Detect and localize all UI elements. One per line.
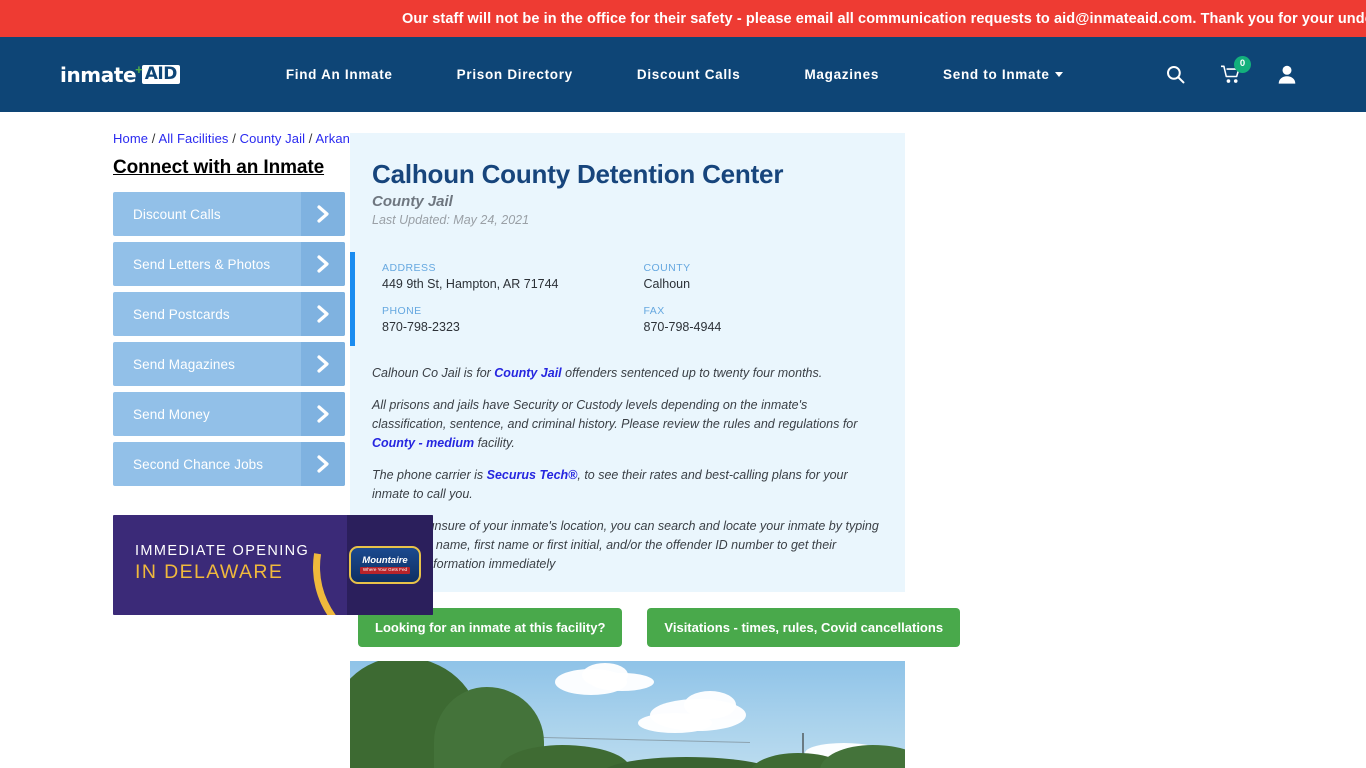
sidebar-item-label: Send Postcards xyxy=(133,306,230,322)
county-label: COUNTY xyxy=(643,262,691,275)
breadcrumb-item-home[interactable]: Home xyxy=(113,131,148,146)
breadcrumb-separator: / xyxy=(228,131,240,146)
ad-brand-name: Mountaire xyxy=(362,554,408,566)
facility-info-panel: Calhoun County Detention Center County J… xyxy=(350,133,906,593)
nav-item-magazines[interactable]: Magazines xyxy=(772,67,911,82)
contact-column-right: COUNTY Calhoun FAX 870-798-4944 xyxy=(644,262,906,334)
cloud-shape xyxy=(590,673,654,692)
logo-plus-icon: + xyxy=(135,62,143,77)
visitation-info-button[interactable]: Visitations - times, rules, Covid cancel… xyxy=(647,608,961,648)
paragraph-text: Calhoun Co Jail is for xyxy=(372,366,495,381)
county-value: Calhoun xyxy=(643,277,691,292)
paragraph-text: facility. xyxy=(474,436,515,451)
nav-link-list: Find An Inmate Prison Directory Discount… xyxy=(254,67,1095,82)
paragraph-text: offenders sentenced up to twenty four mo… xyxy=(561,366,823,381)
sidebar-item-label: Send Magazines xyxy=(133,356,235,372)
breadcrumb-item-all-facilities[interactable]: All Facilities xyxy=(159,131,229,146)
ad-text-block: IMMEDIATE OPENING IN DELAWARE xyxy=(135,543,309,584)
sidebar-item-send-letters-photos[interactable]: Send Letters & Photos xyxy=(113,242,345,286)
nav-item-label: Prison Directory xyxy=(456,67,573,82)
sidebar-item-send-postcards[interactable]: Send Postcards xyxy=(113,292,345,336)
site-logo[interactable]: inmate + AID xyxy=(60,62,180,88)
chevron-right-icon xyxy=(301,292,345,336)
facility-contact-block: ADDRESS 449 9th St, Hampton, AR 71744 PH… xyxy=(350,252,906,347)
ad-headline-line1: IMMEDIATE OPENING xyxy=(135,543,310,559)
ad-brand-tagline: Where Your Gets Fed xyxy=(359,567,411,575)
address-field: ADDRESS 449 9th St, Hampton, AR 71744 xyxy=(382,262,644,291)
phone-value: 870-798-2323 xyxy=(382,320,460,335)
address-label: ADDRESS xyxy=(382,262,436,275)
chevron-right-icon xyxy=(301,242,345,286)
county-field: COUNTY Calhoun xyxy=(644,262,906,291)
cart-count-badge: 0 xyxy=(1234,55,1251,73)
description-paragraph-4: If you are unsure of your inmate's locat… xyxy=(372,519,879,572)
nav-item-discount-calls[interactable]: Discount Calls xyxy=(605,67,773,82)
nav-item-label: Magazines xyxy=(804,67,880,82)
chevron-right-icon xyxy=(301,392,345,436)
facility-description: Calhoun Co Jail is for County Jail offen… xyxy=(350,346,905,574)
breadcrumb: Home / All Facilities / County Jail / Ar… xyxy=(113,112,370,146)
sidebar-item-send-money[interactable]: Send Money xyxy=(113,392,345,436)
logo-aid-badge: AID xyxy=(141,64,180,85)
sidebar-advertisement[interactable]: IMMEDIATE OPENING IN DELAWARE Mountaire … xyxy=(113,515,433,615)
nav-item-find-an-inmate[interactable]: Find An Inmate xyxy=(254,67,425,82)
ad-headline-line2: IN DELAWARE xyxy=(135,560,284,583)
alert-banner-text: Our staff will not be in the office for … xyxy=(402,10,1366,27)
phone-field: PHONE 870-798-2323 xyxy=(382,305,644,334)
sidebar-item-label: Second Chance Jobs xyxy=(133,456,264,472)
chevron-down-icon xyxy=(1054,71,1063,77)
description-paragraph-3: The phone carrier is Securus Tech®, to s… xyxy=(372,466,880,504)
county-jail-link[interactable]: County Jail xyxy=(494,366,561,380)
cta-button-row: Looking for an inmate at this facility? … xyxy=(358,608,1366,648)
facility-type: County Jail xyxy=(372,193,453,211)
description-paragraph-2: All prisons and jails have Security or C… xyxy=(372,396,880,453)
nav-item-send-to-inmate[interactable]: Send to Inmate xyxy=(911,67,1095,82)
page-title: Calhoun County Detention Center xyxy=(372,159,784,189)
search-icon[interactable] xyxy=(1164,64,1186,86)
nav-item-label: Discount Calls xyxy=(636,67,741,82)
nav-item-prison-directory[interactable]: Prison Directory xyxy=(425,67,605,82)
sidebar-item-discount-calls[interactable]: Discount Calls xyxy=(113,192,345,236)
nav-item-label: Send to Inmate xyxy=(943,67,1050,82)
sidebar-item-label: Discount Calls xyxy=(133,206,221,222)
chevron-right-icon xyxy=(301,342,345,386)
ad-brand-logo: Mountaire Where Your Gets Fed xyxy=(349,546,421,584)
main-content: Calhoun County Detention Center County J… xyxy=(345,112,1366,768)
description-paragraph-1: Calhoun Co Jail is for County Jail offen… xyxy=(372,364,880,383)
fax-field: FAX 870-798-4944 xyxy=(644,305,906,334)
sidebar-item-label: Send Letters & Photos xyxy=(133,256,271,272)
fax-value: 870-798-4944 xyxy=(643,320,722,335)
user-icon[interactable] xyxy=(1276,64,1298,86)
breadcrumb-separator: / xyxy=(305,131,316,146)
sidebar-item-label: Send Money xyxy=(133,406,210,422)
logo-wordmark: inmate xyxy=(60,62,137,87)
phone-label: PHONE xyxy=(382,305,422,318)
security-level-link[interactable]: County - medium xyxy=(372,436,474,450)
contact-column-left: ADDRESS 449 9th St, Hampton, AR 71744 PH… xyxy=(382,262,644,334)
address-value: 449 9th St, Hampton, AR 71744 xyxy=(382,277,559,292)
nav-item-label: Find An Inmate xyxy=(285,67,393,82)
page-body: Home / All Facilities / County Jail / Ar… xyxy=(0,112,1366,768)
site-alert-banner: Our staff will not be in the office for … xyxy=(0,0,1366,37)
breadcrumb-separator: / xyxy=(148,131,159,146)
breadcrumb-item-county-jail[interactable]: County Jail xyxy=(240,131,305,146)
facility-last-updated: Last Updated: May 24, 2021 xyxy=(372,213,530,228)
main-navigation: inmate + AID Find An Inmate Prison Direc… xyxy=(0,37,1366,112)
securus-tech-link[interactable]: Securus Tech® xyxy=(487,468,578,482)
chevron-right-icon xyxy=(301,442,345,486)
sidebar-item-second-chance-jobs[interactable]: Second Chance Jobs xyxy=(113,442,345,486)
facility-photo xyxy=(350,661,905,768)
sidebar-heading: Connect with an Inmate xyxy=(113,157,325,178)
sidebar-item-send-magazines[interactable]: Send Magazines xyxy=(113,342,345,386)
nav-icon-group: 0 xyxy=(1164,55,1298,86)
fax-label: FAX xyxy=(643,305,665,318)
paragraph-text: The phone carrier is xyxy=(372,468,487,483)
sidebar: Home / All Facilities / County Jail / Ar… xyxy=(0,112,433,768)
chevron-right-icon xyxy=(301,192,345,236)
paragraph-text: All prisons and jails have Security or C… xyxy=(372,398,858,432)
cart-icon[interactable]: 0 xyxy=(1220,55,1251,86)
